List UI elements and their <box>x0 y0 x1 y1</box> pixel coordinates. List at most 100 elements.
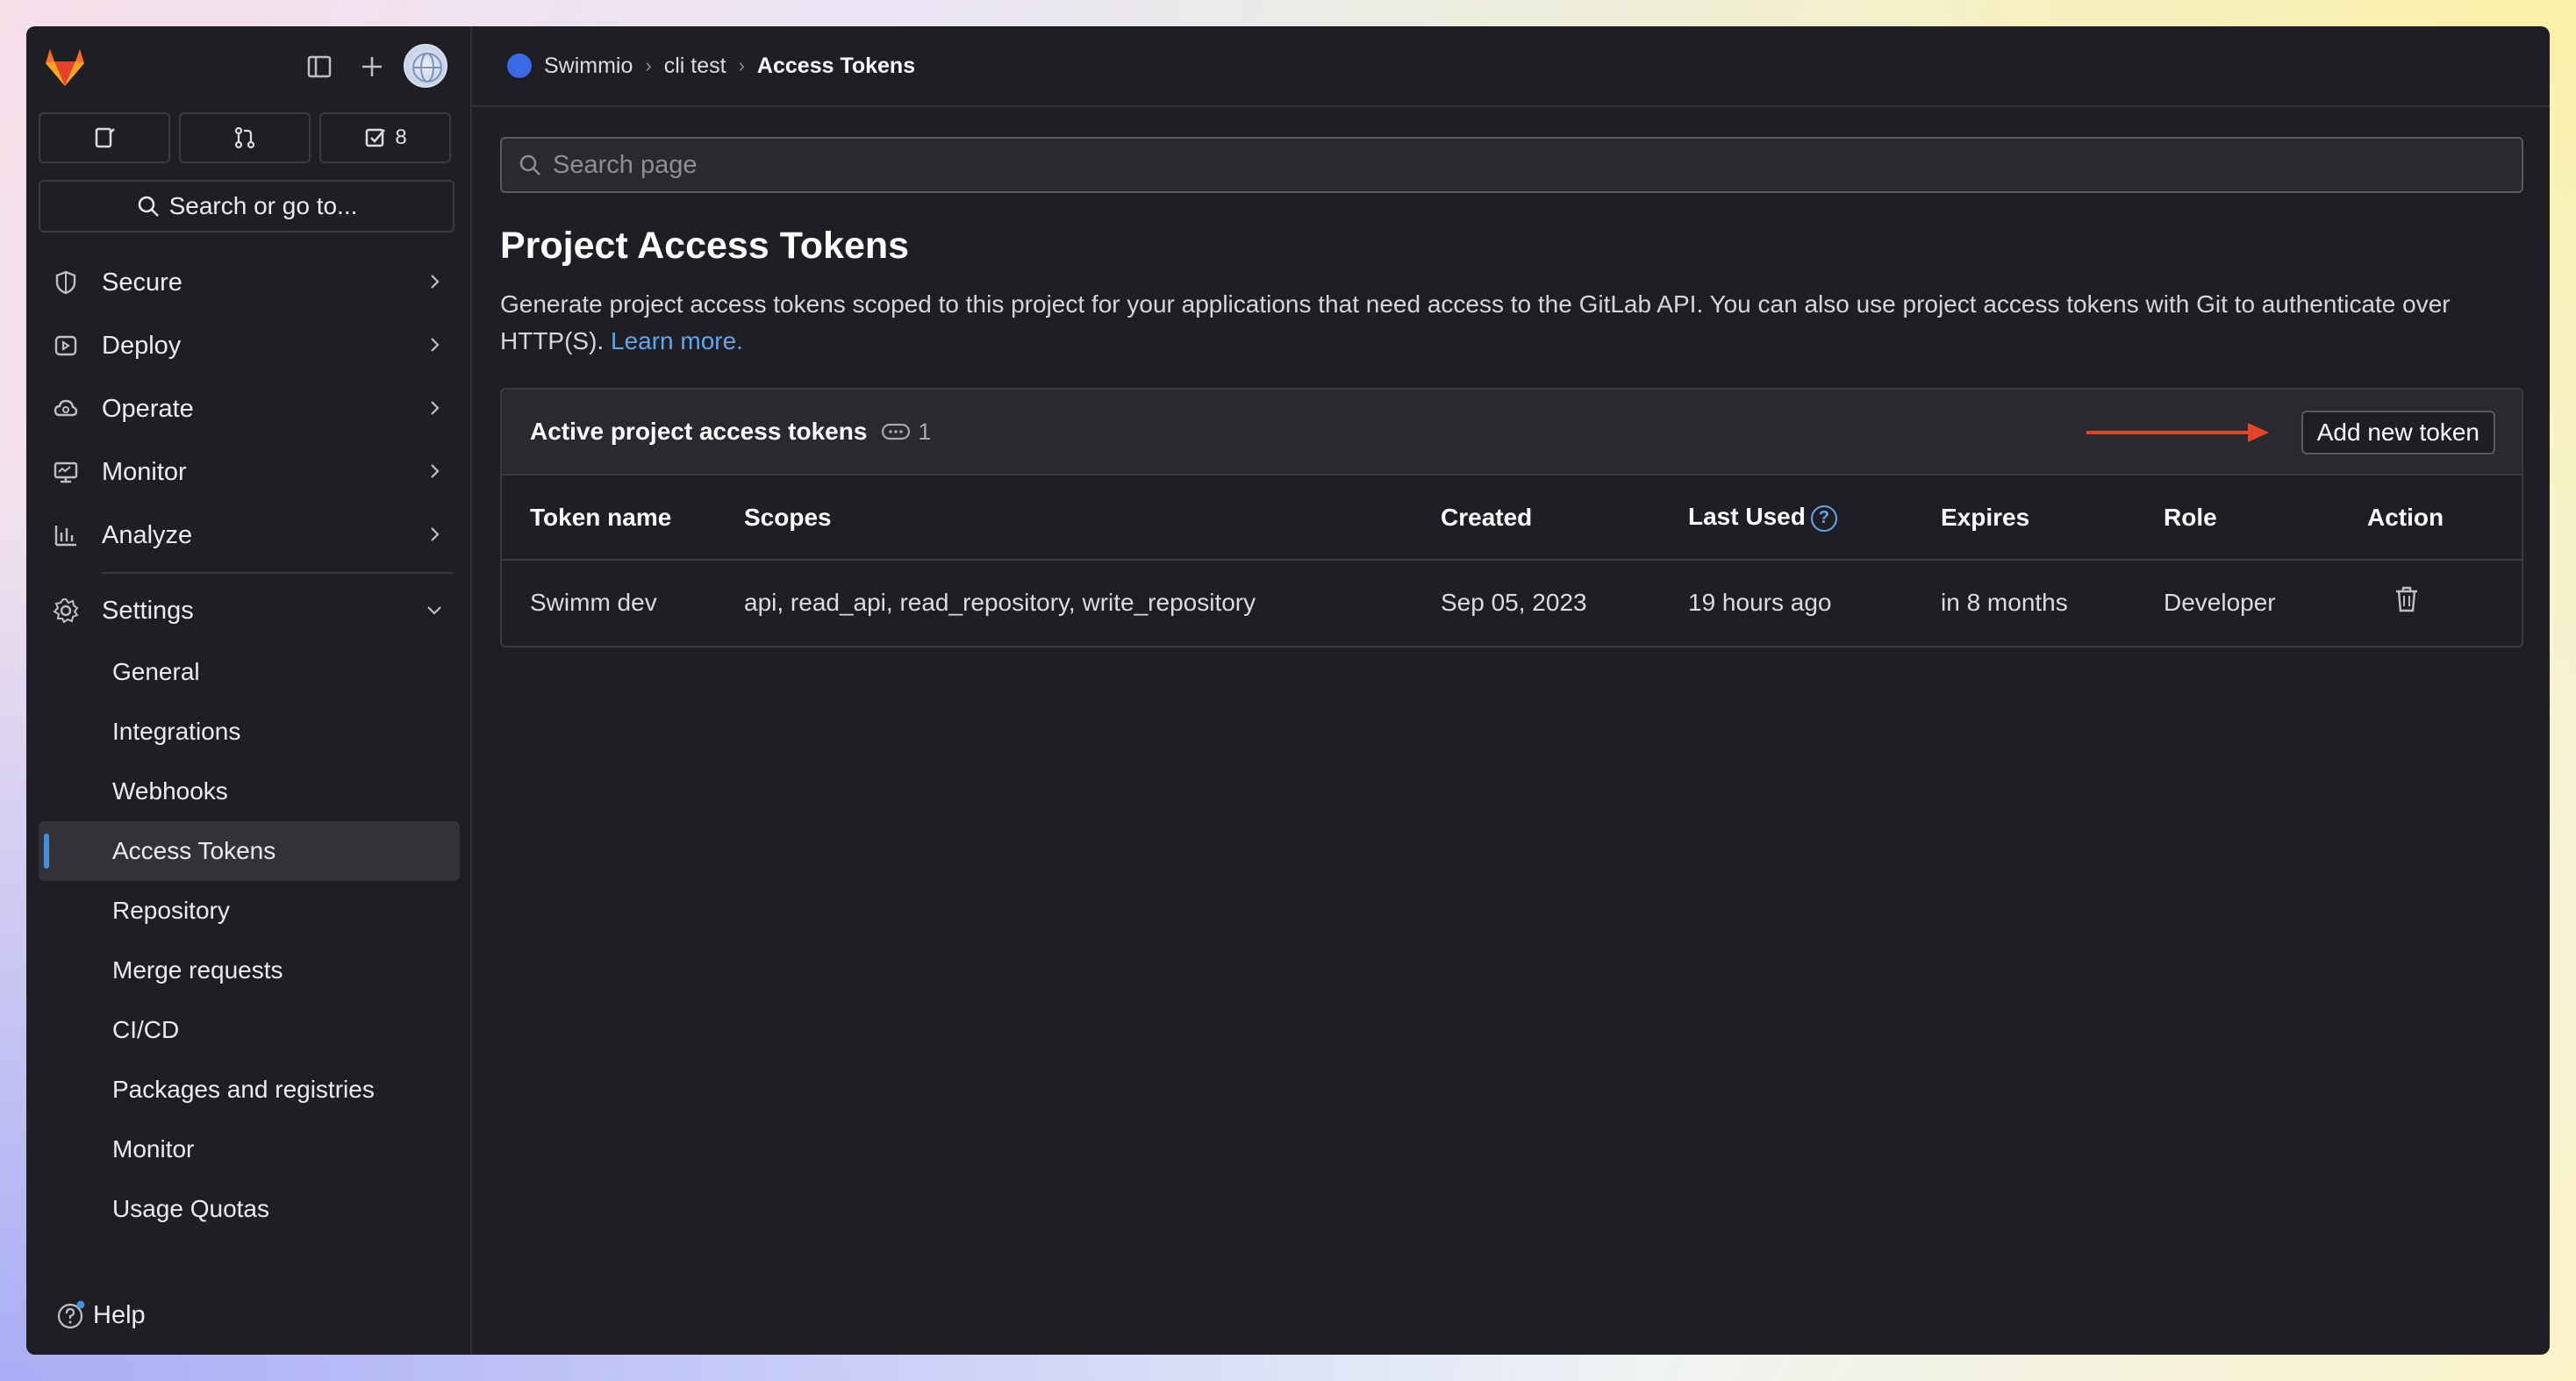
sidebar-topbar <box>26 26 470 105</box>
settings-item-access-tokens[interactable]: Access Tokens <box>39 821 460 881</box>
token-scopes-cell: api, read_api, read_repository, write_re… <box>744 588 1256 616</box>
todo-icon <box>366 128 386 147</box>
tokens-table: Token name Scopes Created Last Used? Exp… <box>502 476 2522 644</box>
sidebar-toggle-icon[interactable] <box>300 47 339 86</box>
sidebar-item-label: Secure <box>102 268 182 297</box>
column-header-last-used: Last Used? <box>1688 476 1941 561</box>
active-tokens-card: Active project access tokens 1 Add new t… <box>500 388 2523 648</box>
monitor-icon <box>51 457 81 487</box>
settings-item-label: CI/CD <box>112 1016 180 1043</box>
chevron-right-icon <box>431 338 440 352</box>
question-icon[interactable]: ? <box>1810 504 1837 532</box>
column-header: Action <box>2367 476 2522 561</box>
page-description-text: Generate project access tokens scoped to… <box>500 290 2451 354</box>
cloud-icon <box>51 394 81 424</box>
gitlab-logo-icon[interactable] <box>40 42 89 91</box>
chevron-down-icon <box>427 606 441 615</box>
token-count-badge: 1 <box>881 419 931 446</box>
issues-button[interactable] <box>39 112 170 163</box>
sidebar-item-deploy[interactable]: Deploy <box>39 314 460 377</box>
sidebar-nav: Secure Deploy Operate Monitor Analyze Se… <box>39 251 460 1239</box>
settings-item-label: Monitor <box>112 1135 195 1163</box>
settings-item-packages[interactable]: Packages and registries <box>39 1060 460 1120</box>
org-avatar <box>507 54 532 78</box>
nav-divider <box>102 572 453 574</box>
merge-request-icon <box>234 126 255 149</box>
column-header: Role <box>2164 476 2367 561</box>
breadcrumb-item-current[interactable]: Access Tokens <box>757 54 915 79</box>
settings-item-general[interactable]: General <box>39 642 460 702</box>
settings-item-monitor[interactable]: Monitor <box>39 1120 460 1179</box>
search-icon <box>138 196 159 217</box>
table-header-row: Token name Scopes Created Last Used? Exp… <box>502 476 2522 561</box>
merge-requests-button[interactable] <box>179 112 311 163</box>
settings-item-ci-cd[interactable]: CI/CD <box>39 1000 460 1060</box>
settings-item-label: Webhooks <box>112 777 228 805</box>
add-new-token-button[interactable]: Add new token <box>2301 411 2495 454</box>
search-icon <box>519 154 540 175</box>
token-last-used-cell: 19 hours ago <box>1688 588 1832 616</box>
todo-count: 8 <box>395 125 407 149</box>
sidebar-item-label: Settings <box>102 596 194 625</box>
settings-item-merge-requests[interactable]: Merge requests <box>39 941 460 1000</box>
search-page-placeholder: Search page <box>553 150 698 179</box>
settings-item-integrations[interactable]: Integrations <box>39 702 460 762</box>
sidebar-item-analyze[interactable]: Analyze <box>39 504 460 567</box>
column-header: Last Used <box>1688 503 1806 531</box>
breadcrumb: Swimmio › cli test › Access Tokens <box>472 26 2550 107</box>
settings-item-label: Packages and registries <box>112 1076 375 1103</box>
breadcrumb-item-org[interactable]: Swimmio <box>544 54 633 79</box>
issues-icon <box>95 127 115 148</box>
table-row: Swimm dev api, read_api, read_repository… <box>502 560 2522 644</box>
chart-icon <box>51 520 81 550</box>
sidebar-item-monitor[interactable]: Monitor <box>39 440 460 504</box>
token-created-cell: Sep 05, 2023 <box>1441 588 1587 616</box>
card-header: Active project access tokens 1 Add new t… <box>502 390 2522 476</box>
breadcrumb-separator-icon: › <box>645 54 652 76</box>
sidebar-item-secure[interactable]: Secure <box>39 251 460 314</box>
sidebar-item-settings[interactable]: Settings <box>39 579 460 642</box>
sidebar-item-label: Monitor <box>102 457 187 486</box>
settings-item-label: Access Tokens <box>112 837 276 864</box>
user-avatar[interactable] <box>404 44 447 88</box>
breadcrumb-item-project[interactable]: cli test <box>664 54 726 79</box>
search-page-input[interactable]: Search page <box>500 137 2523 193</box>
token-name-cell: Swimm dev <box>530 588 657 616</box>
settings-item-usage-quotas[interactable]: Usage Quotas <box>39 1179 460 1239</box>
sidebar-item-operate[interactable]: Operate <box>39 377 460 440</box>
search-or-go-button[interactable]: Search or go to... <box>39 180 454 233</box>
breadcrumb-separator-icon: › <box>738 54 745 76</box>
deploy-icon <box>51 331 81 361</box>
help-label: Help <box>93 1300 146 1329</box>
token-action-cell <box>2367 560 2522 644</box>
trash-icon[interactable] <box>2392 584 2422 614</box>
app-window: 8 Search or go to... Secure Deploy Opera… <box>26 26 2550 1355</box>
sidebar-item-label: Deploy <box>102 331 182 360</box>
settings-item-webhooks[interactable]: Webhooks <box>39 762 460 821</box>
learn-more-link[interactable]: Learn more. <box>611 327 743 354</box>
sidebar-item-label: Operate <box>102 394 194 423</box>
annotation-arrow-icon <box>2086 423 2269 442</box>
chevron-right-icon <box>431 464 440 478</box>
todo-button[interactable]: 8 <box>319 112 451 163</box>
gear-icon <box>51 596 81 626</box>
chevron-right-icon <box>431 275 440 289</box>
help-button[interactable]: Help <box>56 1300 146 1330</box>
settings-item-repository[interactable]: Repository <box>39 881 460 941</box>
settings-item-label: General <box>112 658 200 685</box>
token-count: 1 <box>918 418 932 445</box>
column-header: Scopes <box>744 476 1441 561</box>
column-header: Token name <box>502 476 744 561</box>
main-content: Swimmio › cli test › Access Tokens Searc… <box>472 26 2550 1355</box>
create-new-icon[interactable] <box>353 47 391 86</box>
help-icon <box>57 1300 85 1329</box>
page-title: Project Access Tokens <box>500 225 910 267</box>
column-header: Created <box>1441 476 1688 561</box>
card-title: Active project access tokens <box>530 418 868 445</box>
search-or-go-label: Search or go to... <box>168 192 358 219</box>
sidebar: 8 Search or go to... Secure Deploy Opera… <box>26 26 472 1355</box>
settings-item-label: Integrations <box>112 718 241 745</box>
settings-item-label: Repository <box>112 897 230 924</box>
token-role-cell: Developer <box>2164 588 2276 616</box>
settings-item-label: Merge requests <box>112 956 283 984</box>
